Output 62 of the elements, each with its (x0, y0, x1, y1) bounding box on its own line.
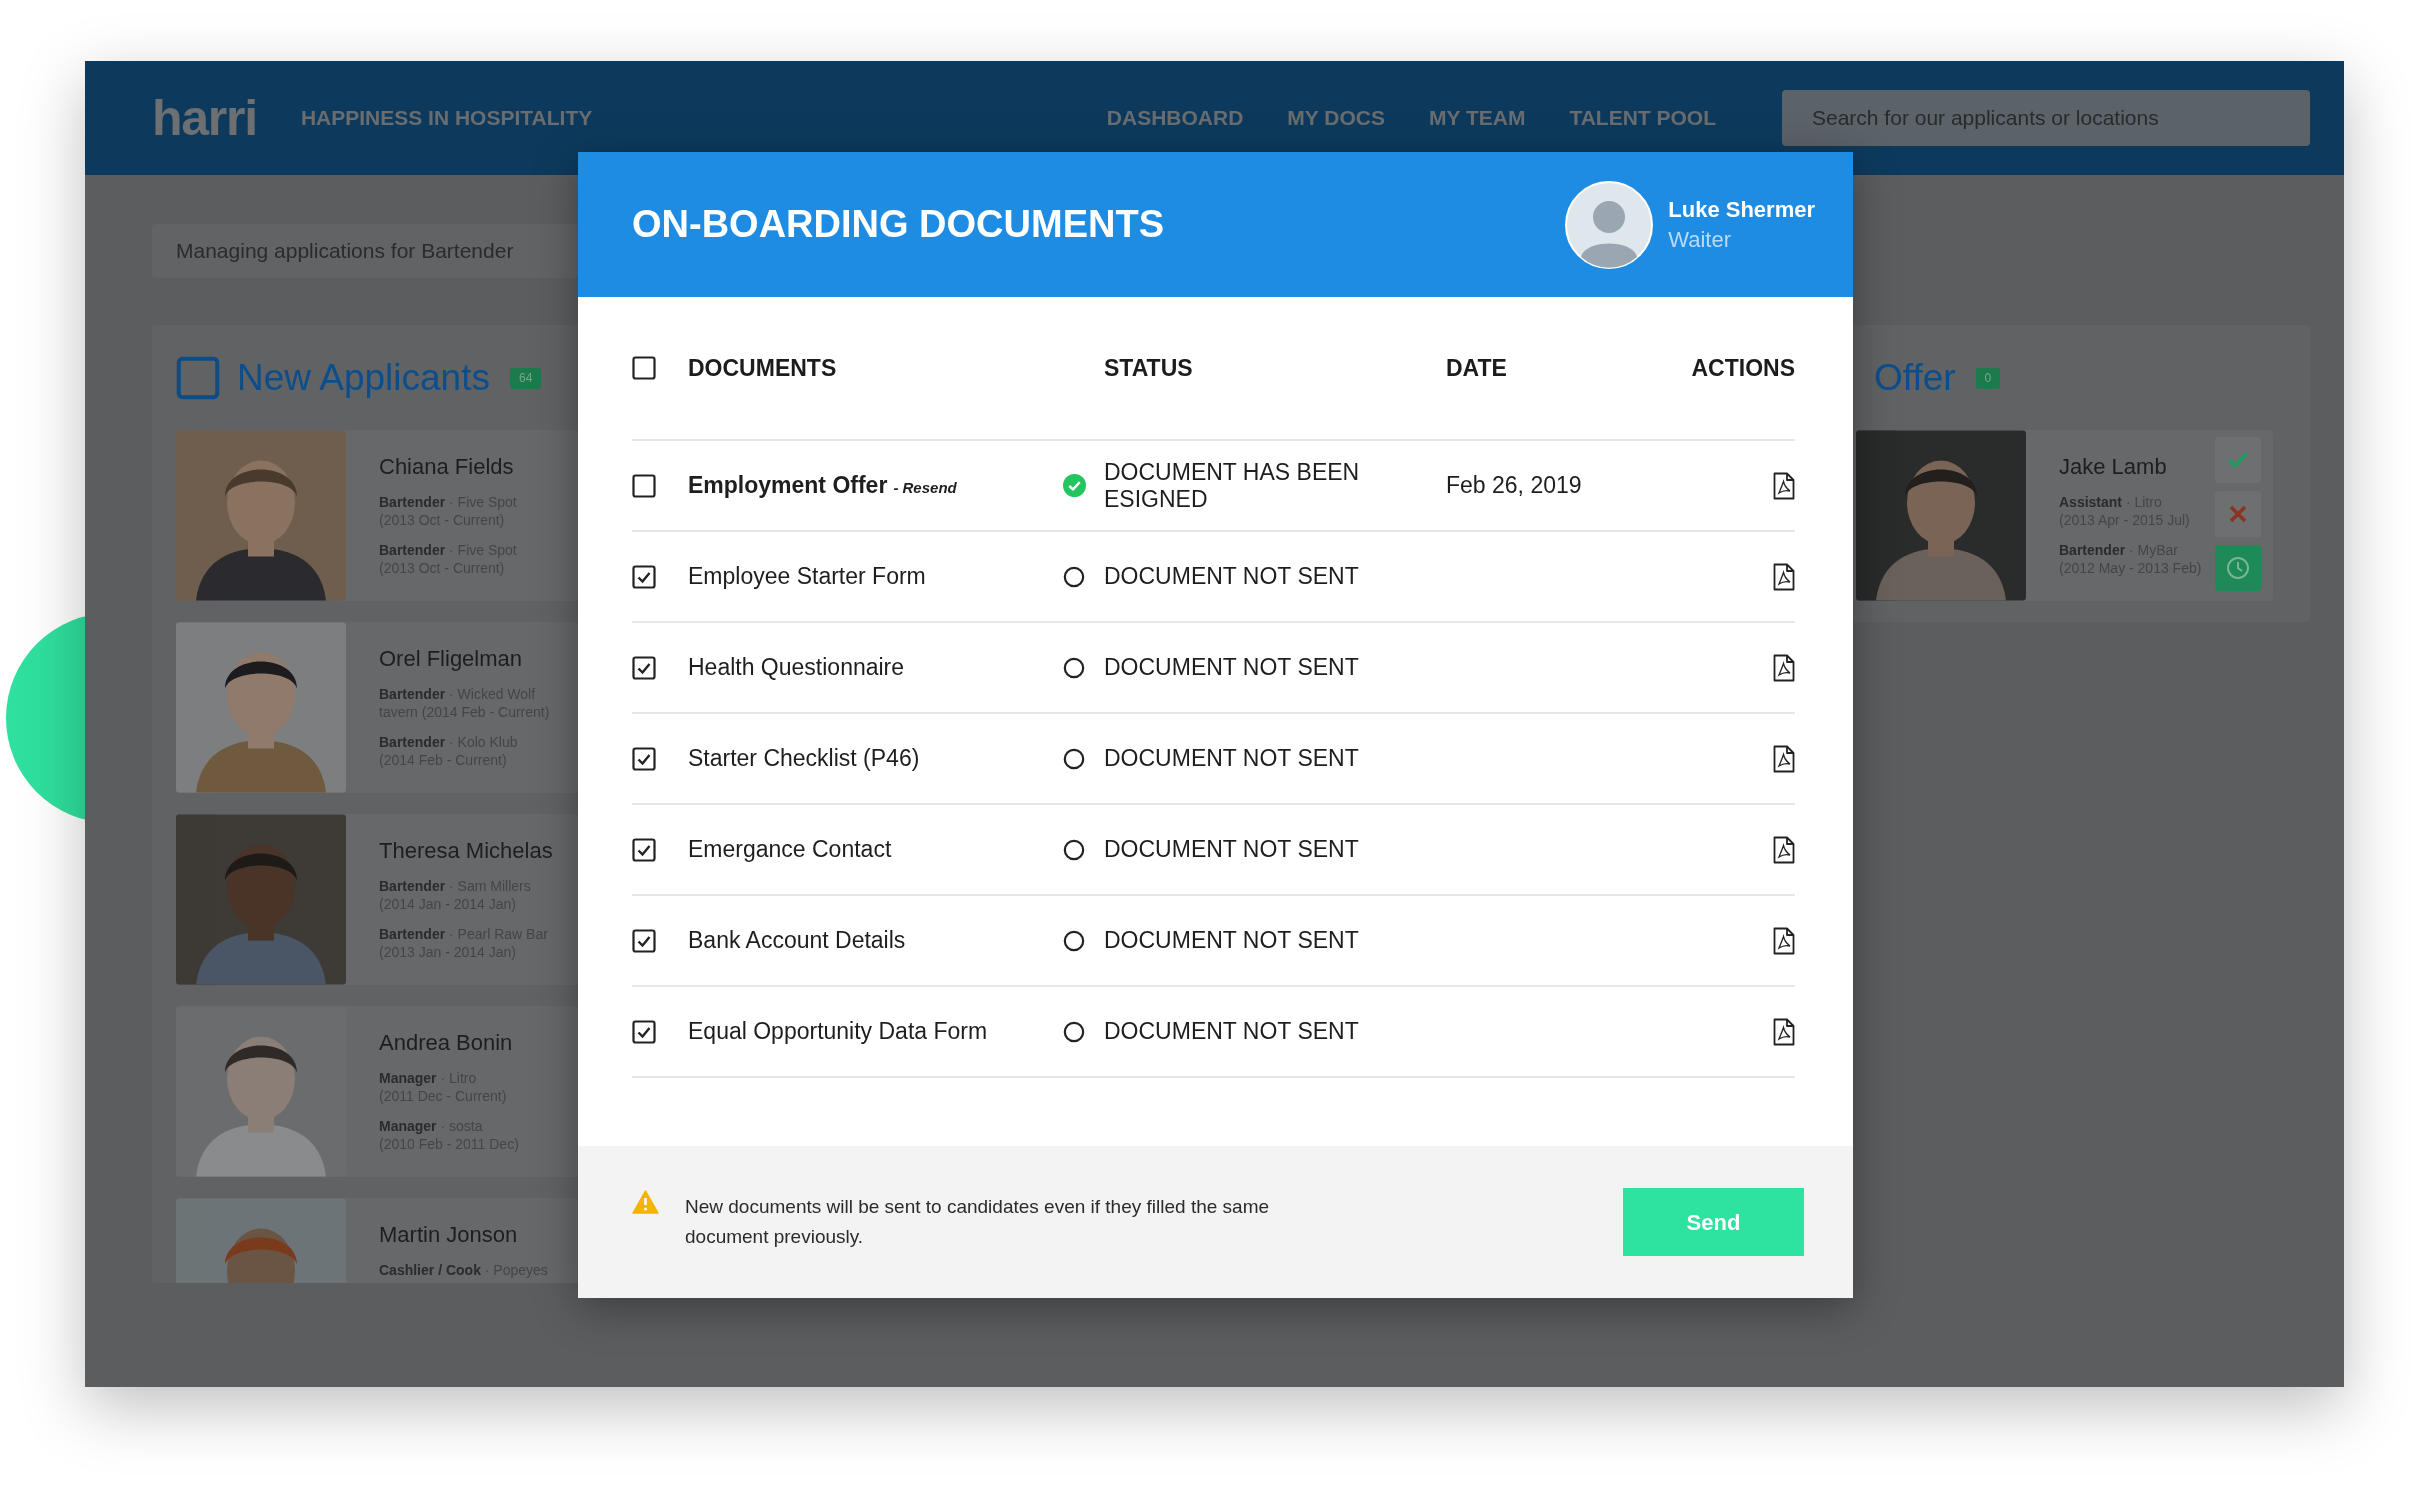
select-all-checkbox[interactable] (632, 356, 656, 380)
send-button[interactable]: Send (1623, 1188, 1804, 1256)
row-checkbox[interactable] (632, 928, 656, 953)
nav-link[interactable]: TALENT POOL (1569, 102, 1716, 134)
clock-icon (2226, 556, 2250, 580)
status-text: DOCUMENT HAS BEEN ESIGNED (1104, 458, 1361, 513)
column-title: New Applicants (237, 356, 490, 401)
nav-link[interactable]: MY DOCS (1287, 102, 1385, 134)
date-text: Feb 26, 2019 (1446, 472, 1582, 499)
document-name: Starter Checklist (P46) (688, 744, 921, 773)
applicant-name: Andrea Bonin (379, 1030, 514, 1056)
status-text: DOCUMENT NOT SENT (1104, 654, 1360, 681)
document-name: Emergance Contact (688, 835, 893, 864)
applicant-name: Jake Lamb (2059, 454, 2168, 480)
status-text: DOCUMENT NOT SENT (1104, 1018, 1360, 1045)
status-text: DOCUMENT NOT SENT (1104, 563, 1360, 590)
status-text: DOCUMENT NOT SENT (1104, 927, 1360, 954)
document-name: Health Questionnaire (688, 653, 906, 682)
select-checkbox[interactable] (176, 356, 220, 400)
user-role: Waiter (1668, 225, 1732, 254)
document-name: Employee Starter Form (688, 562, 927, 591)
pdf-file-icon[interactable] (1773, 926, 1795, 955)
column-header: ACTIONS (1691, 353, 1795, 383)
logo: harri (152, 93, 257, 143)
nav-link[interactable]: DASHBOARD (1106, 102, 1244, 134)
search-field[interactable]: Search for our applicants or locations (1782, 90, 2310, 146)
row-checkbox[interactable] (632, 564, 656, 589)
modal-title: ON-BOARDING DOCUMENTS (632, 202, 1164, 247)
document-name: Bank Account Details (688, 926, 907, 955)
user-name: Luke Shermer (1668, 195, 1815, 224)
pdf-file-icon[interactable] (1773, 653, 1795, 682)
warning-icon (632, 1190, 659, 1214)
pdf-file-icon[interactable] (1773, 562, 1795, 591)
applicant-name: Martin Jonson (379, 1222, 519, 1248)
resend-link[interactable]: - Resend (893, 477, 957, 500)
context-bar: Managing applications for Bartender (152, 224, 578, 278)
document-name: Employment Offer (688, 471, 888, 501)
column-header: STATUS (1104, 353, 1194, 383)
close-icon (2228, 504, 2248, 524)
row-checkbox[interactable] (632, 837, 656, 862)
pdf-file-icon[interactable] (1773, 1017, 1795, 1046)
applicant-name: Theresa Michelas (379, 838, 553, 864)
column-header: DATE (1446, 353, 1508, 383)
applicant-name: Orel Fligelman (379, 646, 524, 672)
row-checkbox[interactable] (632, 746, 656, 771)
count-badge: 0 (1975, 367, 2001, 389)
row-checkbox[interactable] (632, 1019, 656, 1044)
tagline: HAPPINESS IN HOSPITALITY (300, 105, 593, 132)
document-name: Equal Opportunity Data Form (688, 1017, 989, 1046)
pdf-file-icon[interactable] (1773, 471, 1795, 500)
count-badge: 64 (509, 367, 542, 389)
pdf-file-icon[interactable] (1773, 835, 1795, 864)
column-header: DOCUMENTS (688, 353, 838, 383)
status-text: DOCUMENT NOT SENT (1104, 745, 1360, 772)
nav-link[interactable]: MY TEAM (1428, 102, 1526, 134)
row-checkbox[interactable] (632, 655, 656, 680)
notice-text: New documents will be sent to candidates even if they filled the same document previously. (685, 1195, 1271, 1249)
applicant-name: Chiana Fields (379, 454, 515, 480)
status-text: DOCUMENT NOT SENT (1104, 836, 1360, 863)
column-title: Offer (1874, 356, 1956, 401)
row-checkbox[interactable] (632, 473, 656, 498)
pdf-file-icon[interactable] (1773, 744, 1795, 773)
